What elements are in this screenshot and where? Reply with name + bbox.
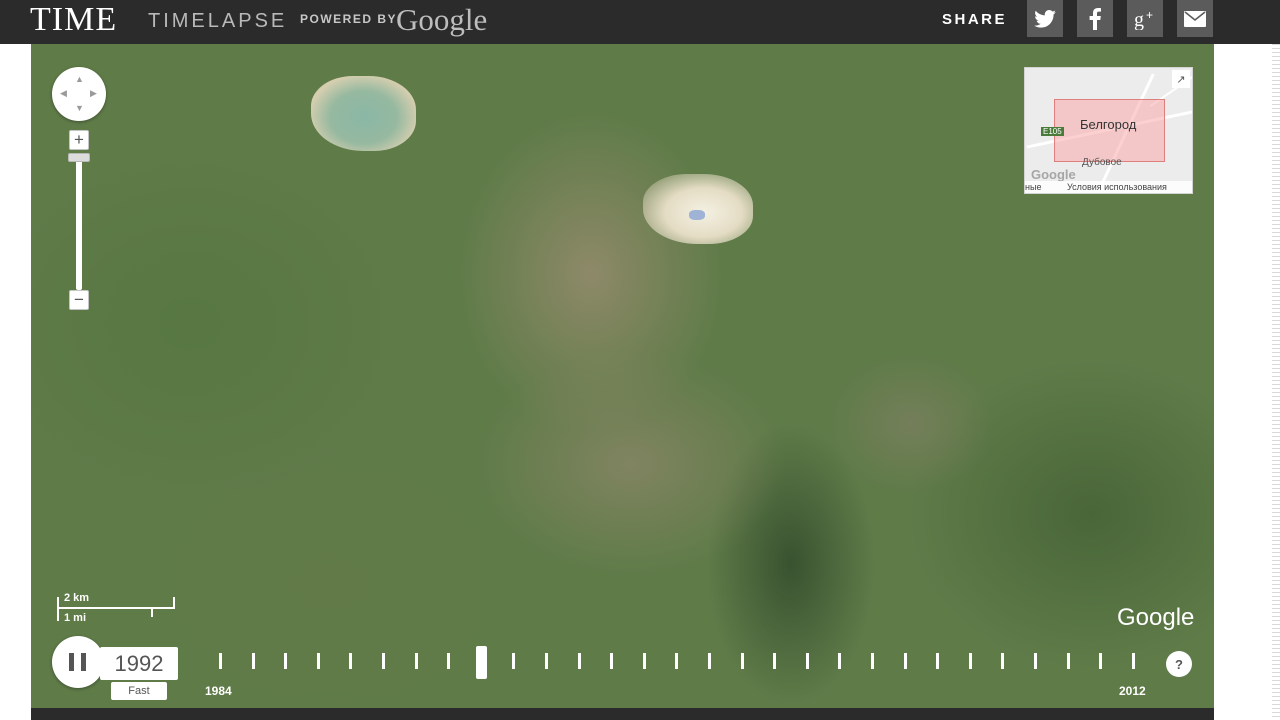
timeline-tick[interactable] bbox=[414, 653, 418, 669]
quarry-light bbox=[643, 174, 753, 244]
timeline-end-year: 2012 bbox=[1119, 684, 1146, 698]
zoom-slider-handle[interactable] bbox=[68, 153, 90, 162]
timeline-tick[interactable] bbox=[871, 653, 874, 669]
scale-km-label: 2 km bbox=[64, 592, 90, 604]
minimap-footer-data[interactable]: ные bbox=[1025, 182, 1041, 192]
timeline-tick[interactable] bbox=[316, 653, 320, 669]
timeline-tick[interactable] bbox=[708, 653, 711, 669]
timeline-tick[interactable] bbox=[545, 653, 548, 669]
expand-minimap-icon[interactable]: ↗ bbox=[1172, 70, 1190, 88]
timeline-tick[interactable] bbox=[1001, 653, 1005, 669]
scale-bar-tick bbox=[57, 597, 59, 621]
google-plus-share-button[interactable]: g + bbox=[1127, 0, 1163, 37]
google-plus-icon: g + bbox=[1134, 8, 1153, 30]
pan-control[interactable]: ▲ ▼ ◀ ▶ bbox=[52, 67, 106, 121]
pan-right-icon[interactable]: ▶ bbox=[90, 89, 97, 98]
timeline-tick[interactable] bbox=[512, 653, 516, 669]
timeline-tick[interactable] bbox=[903, 653, 907, 669]
timeline-handle[interactable] bbox=[475, 646, 487, 679]
svg-text:+: + bbox=[1146, 8, 1153, 22]
scale-bar bbox=[57, 607, 175, 609]
zoom-out-button[interactable]: − bbox=[69, 290, 89, 310]
pan-left-icon[interactable]: ◀ bbox=[60, 89, 67, 98]
timeline-tick[interactable] bbox=[1099, 653, 1103, 669]
pan-up-icon[interactable]: ▲ bbox=[75, 75, 84, 84]
overview-minimap[interactable]: E105 Белгород Дубовое Google ные Условия… bbox=[1024, 67, 1193, 194]
google-watermark: Google bbox=[1117, 604, 1195, 631]
minimap-footer: ные Условия использования bbox=[1025, 181, 1192, 193]
pan-down-icon[interactable]: ▼ bbox=[75, 104, 84, 113]
timeline-tick[interactable] bbox=[610, 653, 614, 669]
share-label: SHARE bbox=[942, 11, 1008, 28]
timeline-tick[interactable] bbox=[284, 653, 288, 669]
current-year-display: 1992 bbox=[100, 647, 178, 680]
page-scrollbar[interactable] bbox=[1272, 44, 1280, 720]
twitter-icon bbox=[1034, 9, 1056, 28]
scale-bar-tick bbox=[173, 597, 175, 608]
timeline-tick[interactable] bbox=[838, 653, 842, 669]
top-bar: TIME TIMELAPSE POWERED BY Google SHARE g… bbox=[0, 0, 1280, 44]
timeline-tick[interactable] bbox=[773, 653, 777, 669]
email-share-button[interactable] bbox=[1177, 0, 1213, 37]
timeline-tick[interactable] bbox=[219, 653, 222, 669]
pause-button[interactable] bbox=[52, 636, 104, 688]
facebook-icon bbox=[1089, 7, 1101, 30]
svg-text:g: g bbox=[1134, 9, 1144, 30]
timeline-tick[interactable] bbox=[805, 653, 809, 669]
bottom-bar bbox=[31, 708, 1214, 720]
minimap-city-label: Белгород bbox=[1080, 117, 1137, 132]
email-icon bbox=[1184, 10, 1206, 27]
scale-bar-tick bbox=[151, 607, 153, 617]
scale-mi-label: 1 mi bbox=[64, 612, 87, 624]
minimap-google-logo: Google bbox=[1031, 167, 1076, 182]
timeline-tick[interactable] bbox=[936, 653, 940, 669]
timeline-tick[interactable] bbox=[1131, 653, 1135, 669]
help-button[interactable]: ? bbox=[1166, 651, 1192, 677]
timeline-tick[interactable] bbox=[740, 653, 744, 669]
google-logo: Google bbox=[396, 2, 488, 37]
timelapse-title: TIMELAPSE bbox=[148, 10, 288, 32]
zoom-in-button[interactable]: + bbox=[69, 130, 89, 150]
timeline-tick[interactable] bbox=[251, 653, 255, 669]
timeline-tick[interactable] bbox=[1034, 653, 1037, 669]
timeline-start-year: 1984 bbox=[205, 684, 232, 698]
powered-by-label: POWERED BY bbox=[300, 12, 398, 26]
pond bbox=[689, 210, 705, 220]
timeline-tick[interactable] bbox=[447, 653, 451, 669]
timeline-tick[interactable] bbox=[968, 653, 972, 669]
timeline-tick[interactable] bbox=[349, 653, 353, 669]
speed-toggle-button[interactable]: Fast bbox=[111, 682, 167, 700]
quarry-lake bbox=[311, 76, 416, 151]
timeline-tick[interactable] bbox=[642, 653, 646, 669]
twitter-share-button[interactable] bbox=[1027, 0, 1063, 37]
road-badge: E105 bbox=[1041, 127, 1064, 136]
timeline-tick[interactable] bbox=[1066, 653, 1070, 669]
terms-of-use-link[interactable]: Условия использования bbox=[1067, 182, 1167, 192]
timeline-tick[interactable] bbox=[382, 653, 385, 669]
facebook-share-button[interactable] bbox=[1077, 0, 1113, 37]
minimap-suburb-label: Дубовое bbox=[1082, 157, 1122, 168]
time-logo[interactable]: TIME bbox=[30, 1, 117, 39]
zoom-slider-track[interactable] bbox=[76, 153, 82, 290]
timeline-tick[interactable] bbox=[577, 653, 581, 669]
timeline-tick[interactable] bbox=[675, 653, 679, 669]
